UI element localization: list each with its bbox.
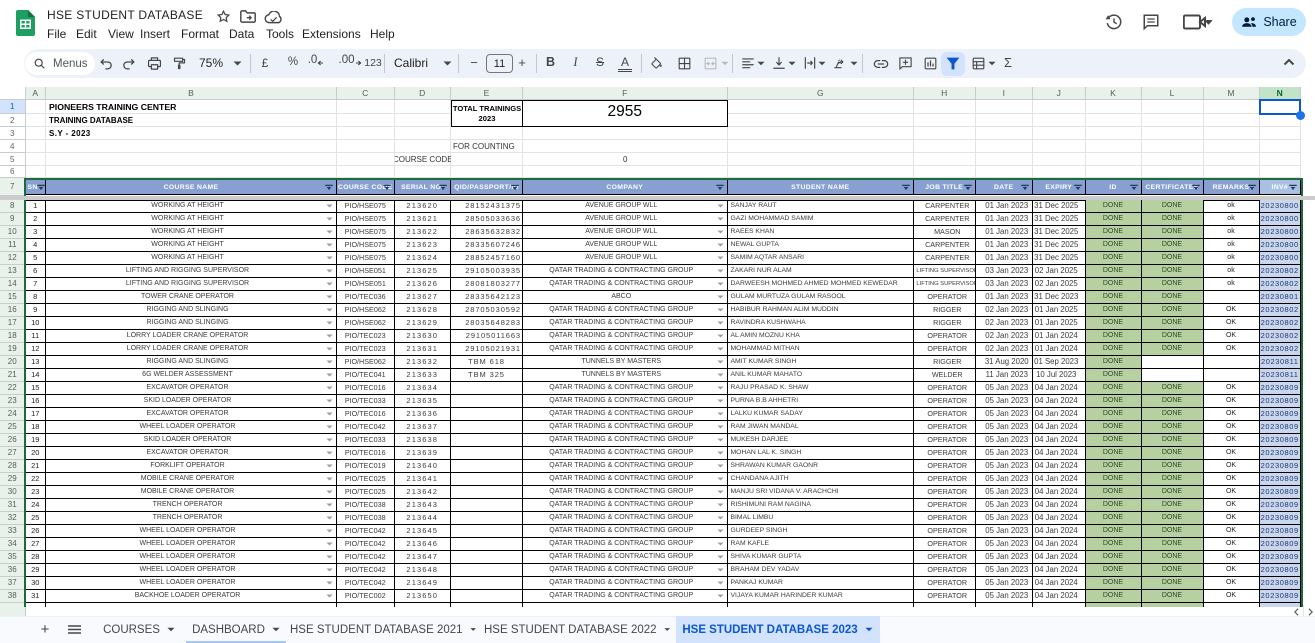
svg-text:A: A [837,59,842,66]
